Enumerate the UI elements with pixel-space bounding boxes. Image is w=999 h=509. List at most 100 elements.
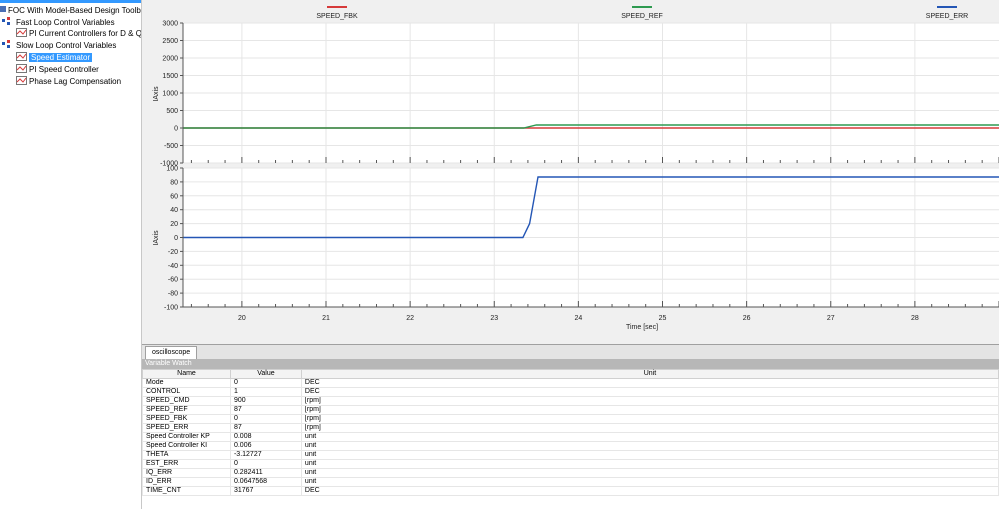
cell-unit: DEC (300, 378, 999, 388)
table-row[interactable]: Mode 0 DEC (142, 378, 999, 388)
variable-watch-table: Name Value Unit Mode 0 DEC CONTROL 1 DEC SPEED… (142, 369, 999, 496)
cell-value[interactable]: 0.006 (229, 441, 302, 451)
table-row[interactable]: Speed Controller KI 0.006 unit (142, 441, 999, 451)
x-tick-label: 26 (743, 315, 751, 322)
cell-name: SPEED_ERR (142, 423, 231, 433)
variable-tree: FOC With Model-Based Design Toolbo Fast … (0, 0, 142, 509)
cell-value[interactable]: 0 (229, 378, 302, 388)
tree-item-speed-estimator[interactable]: Speed Estimator (16, 52, 93, 63)
cell-value[interactable]: 0 (229, 414, 302, 424)
cell-value[interactable]: 31767 (229, 486, 302, 496)
y-tick-label: -40 (168, 263, 178, 270)
x-tick-label: 24 (574, 315, 582, 322)
cell-name: EST_ERR (142, 459, 231, 469)
cell-value[interactable]: 0.282411 (229, 468, 302, 478)
header-value[interactable]: Value (229, 369, 302, 379)
header-unit[interactable]: Unit (300, 369, 999, 379)
cell-value[interactable]: 0 (229, 459, 302, 469)
cell-value[interactable]: 87 (229, 405, 302, 415)
top-plot-y-label: IAxis (153, 86, 160, 102)
top-plot-y-ticks: 300025002000150010005000-500-1000 (160, 21, 183, 168)
tree-item-phase-lag-label: Phase Lag Compensation (29, 77, 122, 87)
cell-unit: [rpm] (300, 396, 999, 406)
scope-icon (16, 76, 27, 88)
table-row[interactable]: EST_ERR 0 unit (142, 459, 999, 469)
y-tick-label: -80 (168, 291, 178, 298)
cell-name: SPEED_FBK (142, 414, 231, 424)
group-icon (2, 40, 14, 52)
tree-group-fast[interactable]: Fast Loop Control Variables (2, 17, 115, 28)
tree-group-fast-label: Fast Loop Control Variables (16, 18, 115, 28)
tree-item-pi-current[interactable]: PI Current Controllers for D & Q (16, 28, 141, 40)
cell-value[interactable]: 1 (229, 387, 302, 397)
y-tick-label: -500 (164, 143, 178, 150)
y-tick-label: 60 (170, 193, 178, 200)
tab-strip: oscilloscope (142, 344, 999, 359)
cell-unit: [rpm] (300, 405, 999, 415)
folder-icon (0, 5, 6, 16)
table-row[interactable]: SPEED_FBK 0 [rpm] (142, 414, 999, 424)
table-row[interactable]: ID_ERR 0.0647568 unit (142, 477, 999, 487)
x-tick-label: 25 (659, 315, 667, 322)
cell-name: SPEED_REF (142, 405, 231, 415)
table-row[interactable]: Speed Controller KP 0.008 unit (142, 432, 999, 442)
table-row[interactable]: THETA -3.12727 unit (142, 450, 999, 460)
y-tick-label: 1000 (162, 91, 178, 98)
x-tick-label: 22 (406, 315, 414, 322)
cell-unit: unit (300, 468, 999, 478)
cell-unit: unit (300, 450, 999, 460)
cell-value[interactable]: 900 (229, 396, 302, 406)
table-row[interactable]: SPEED_REF 87 [rpm] (142, 405, 999, 415)
cell-name: Mode (142, 378, 231, 388)
bottom-plot-y-ticks: 100 80 60 40 20 0 -20 -40 -60 -80 -100 (164, 166, 183, 312)
tree-item-phase-lag[interactable]: Phase Lag Compensation (16, 76, 121, 87)
legend-label-ref: SPEED_REF (621, 13, 663, 20)
table-row[interactable]: IQ_ERR 0.282411 unit (142, 468, 999, 478)
y-tick-label: -20 (168, 249, 178, 256)
tab-oscilloscope[interactable]: oscilloscope (145, 346, 198, 359)
table-row[interactable]: SPEED_ERR 87 [rpm] (142, 423, 999, 433)
y-tick-label: 0 (174, 126, 178, 133)
cell-name: TIME_CNT (142, 486, 231, 496)
y-tick-label: 0 (174, 235, 178, 242)
x-tick-label: 21 (322, 315, 330, 322)
watch-header-row: Name Value Unit (142, 369, 999, 379)
legend: SPEED_FBK SPEED_REF SPEED_ERR (316, 6, 968, 20)
tree-selection-strip (0, 0, 141, 3)
y-tick-label: 80 (170, 179, 178, 186)
cell-unit: [rpm] (300, 414, 999, 424)
y-tick-label: 20 (170, 221, 178, 228)
x-tick-label: 27 (827, 315, 835, 322)
variable-watch-panel: Variable Watch Name Value Unit Mode 0 DEC C… (142, 359, 999, 509)
cell-value[interactable]: 87 (229, 423, 302, 433)
table-row[interactable]: CONTROL 1 DEC (142, 387, 999, 397)
tree-group-slow[interactable]: Slow Loop Control Variables (2, 40, 116, 51)
header-name[interactable]: Name (142, 369, 231, 379)
cell-value[interactable]: 0.0647568 (229, 477, 302, 487)
tree-root[interactable]: FOC With Model-Based Design Toolbo (0, 5, 141, 16)
y-tick-label: 100 (166, 166, 178, 173)
y-tick-label: 3000 (162, 21, 178, 28)
legend-label-fbk: SPEED_FBK (316, 13, 358, 20)
tree-item-speed-estimator-label: Speed Estimator (29, 53, 93, 63)
x-axis-label: Time [sec] (626, 324, 658, 331)
cell-name: ID_ERR (142, 477, 231, 487)
y-tick-label: -60 (168, 277, 178, 284)
cell-name: THETA (142, 450, 231, 460)
cell-unit: DEC (300, 387, 999, 397)
x-tick-label: 20 (238, 315, 246, 322)
scope-icon (16, 28, 27, 40)
oscilloscope-svg: SPEED_FBK SPEED_REF SPEED_ERR 3000 25 0 0 20… (153, 6, 999, 331)
scope-icon (16, 64, 27, 76)
x-tick-label: 23 (490, 315, 498, 322)
cell-name: Speed Controller KP (142, 432, 231, 442)
cell-name: Speed Controller KI (142, 441, 231, 451)
cell-value[interactable]: -3.12727 (229, 450, 302, 460)
table-row[interactable]: SPEED_CMD 900 [rpm] (142, 396, 999, 406)
tree-item-pi-speed[interactable]: PI Speed Controller (16, 64, 99, 75)
cell-value[interactable]: 0.008 (229, 432, 302, 442)
table-row[interactable]: TIME_CNT 31767 DEC (142, 486, 999, 496)
cell-unit: unit (300, 432, 999, 442)
legend-label-err: SPEED_ERR (926, 13, 968, 20)
y-tick-label: 2000 (162, 56, 178, 63)
